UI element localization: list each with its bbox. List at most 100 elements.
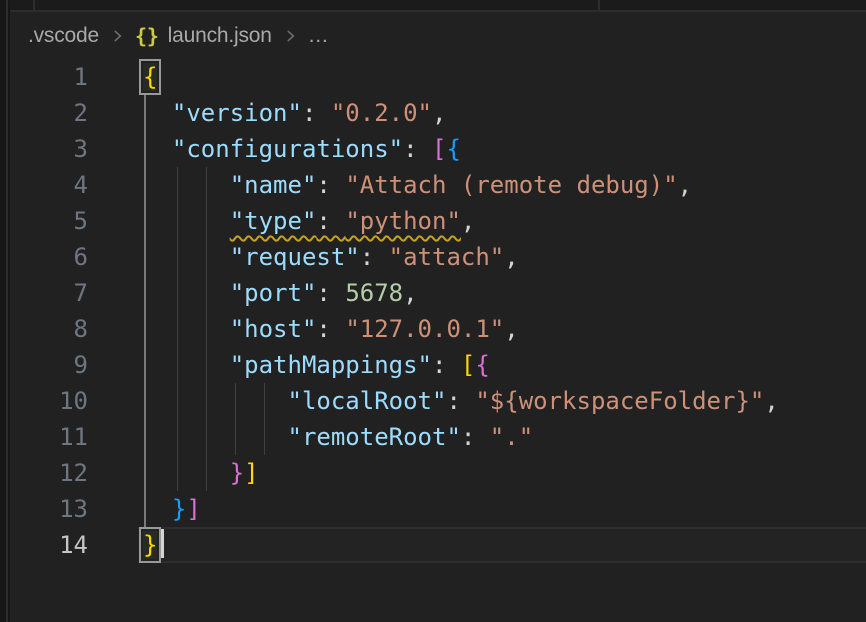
- token-ws: [143, 459, 230, 487]
- line-number[interactable]: 2: [10, 95, 88, 131]
- tab-divider: [33, 0, 35, 10]
- line-number[interactable]: 8: [10, 311, 88, 347]
- code-line-11[interactable]: 11 "remoteRoot": ".": [10, 419, 866, 455]
- token-ws: [143, 243, 230, 271]
- token-ws: [143, 99, 172, 127]
- breadcrumbs: .vscode {} launch.json …: [10, 12, 866, 59]
- json-braces-icon: {}: [135, 24, 159, 48]
- code-text: {: [143, 63, 157, 91]
- tab-bar-bottom: [10, 0, 866, 12]
- token-b1: ]: [244, 459, 258, 487]
- code-line-5[interactable]: 5 "type": "python",: [10, 203, 866, 239]
- token-str: "${workspaceFolder}": [475, 387, 764, 415]
- code-text: "host": "127.0.0.1",: [143, 315, 519, 343]
- line-number[interactable]: 9: [10, 347, 88, 383]
- token-b3: }: [172, 495, 186, 523]
- token-pun: :: [446, 387, 475, 415]
- line-number[interactable]: 7: [10, 275, 88, 311]
- token-pun: :: [316, 315, 345, 343]
- breadcrumb-file[interactable]: launch.json: [168, 24, 272, 48]
- code-text: "pathMappings": [{: [143, 351, 490, 379]
- token-pun: ,: [764, 387, 778, 415]
- code-line-7[interactable]: 7 "port": 5678,: [10, 275, 866, 311]
- code-content[interactable]: }]: [88, 455, 866, 491]
- line-number[interactable]: 12: [10, 455, 88, 491]
- code-line-10[interactable]: 10 "localRoot": "${workspaceFolder}",: [10, 383, 866, 419]
- token-key: "configurations": [172, 135, 403, 163]
- code-line-3[interactable]: 3 "configurations": [{: [10, 131, 866, 167]
- token-ws: [143, 135, 172, 163]
- token-str: "0.2.0": [331, 99, 432, 127]
- token-pun: ,: [678, 171, 692, 199]
- token-ws: [143, 171, 230, 199]
- token-key: "host": [230, 315, 317, 343]
- code-line-1[interactable]: 1{: [10, 59, 866, 95]
- chevron-right-icon: [281, 27, 299, 45]
- sidebar-edge: [0, 0, 8, 622]
- code-line-12[interactable]: 12 }]: [10, 455, 866, 491]
- code-line-14[interactable]: 14}: [10, 527, 866, 563]
- code-line-6[interactable]: 6 "request": "attach",: [10, 239, 866, 275]
- token-pun: :: [316, 279, 345, 307]
- code-line-4[interactable]: 4 "name": "Attach (remote debug)",: [10, 167, 866, 203]
- token-pun: :: [302, 99, 331, 127]
- code-content[interactable]: "type": "python",: [88, 203, 866, 239]
- token-pun: :: [461, 423, 490, 451]
- text-cursor: [161, 529, 164, 558]
- token-b2: ]: [186, 495, 200, 523]
- code-content[interactable]: "version": "0.2.0",: [88, 95, 866, 131]
- code-content[interactable]: "localRoot": "${workspaceFolder}",: [88, 383, 866, 419]
- code-content[interactable]: }: [88, 527, 866, 563]
- code-line-2[interactable]: 2 "version": "0.2.0",: [10, 95, 866, 131]
- code-content[interactable]: "pathMappings": [{: [88, 347, 866, 383]
- code-content[interactable]: "name": "Attach (remote debug)",: [88, 167, 866, 203]
- token-pun: :: [403, 135, 432, 163]
- token-b2: [: [432, 135, 446, 163]
- line-number[interactable]: 6: [10, 239, 88, 275]
- code-text: "configurations": [{: [143, 135, 461, 163]
- code-text: "name": "Attach (remote debug)",: [143, 171, 692, 199]
- code-text: "request": "attach",: [143, 243, 519, 271]
- line-number[interactable]: 4: [10, 167, 88, 203]
- token-b2: }: [230, 459, 244, 487]
- code-text: }: [143, 531, 164, 559]
- token-str: "attach": [389, 243, 505, 271]
- line-number[interactable]: 5: [10, 203, 88, 239]
- token-b2: {: [475, 351, 489, 379]
- code-text: "localRoot": "${workspaceFolder}",: [143, 387, 779, 415]
- token-pun: :: [360, 243, 389, 271]
- token-b1: [: [461, 351, 475, 379]
- token-num: 5678: [345, 279, 403, 307]
- code-area[interactable]: 1{2 "version": "0.2.0",3 "configurations…: [10, 59, 866, 563]
- code-text: }]: [143, 495, 201, 523]
- code-line-9[interactable]: 9 "pathMappings": [{: [10, 347, 866, 383]
- line-number[interactable]: 13: [10, 491, 88, 527]
- code-content[interactable]: "host": "127.0.0.1",: [88, 311, 866, 347]
- code-content[interactable]: }]: [88, 491, 866, 527]
- code-text: }]: [143, 459, 259, 487]
- code-content[interactable]: "request": "attach",: [88, 239, 866, 275]
- token-pun: :: [316, 207, 345, 235]
- line-number[interactable]: 14: [10, 527, 88, 563]
- token-str: "Attach (remote debug)": [345, 171, 677, 199]
- token-ws: [143, 315, 230, 343]
- code-content[interactable]: {: [88, 59, 866, 95]
- token-key: "localRoot": [288, 387, 447, 415]
- code-line-8[interactable]: 8 "host": "127.0.0.1",: [10, 311, 866, 347]
- token-ws: [143, 495, 172, 523]
- line-number[interactable]: 1: [10, 59, 88, 95]
- matched-bracket: {: [143, 63, 157, 91]
- code-content[interactable]: "remoteRoot": ".": [88, 419, 866, 455]
- token-pun: ,: [461, 207, 475, 235]
- line-number[interactable]: 11: [10, 419, 88, 455]
- breadcrumb-folder[interactable]: .vscode: [28, 24, 99, 48]
- line-number[interactable]: 3: [10, 131, 88, 167]
- code-text: "remoteRoot": ".": [143, 423, 533, 451]
- line-number[interactable]: 10: [10, 383, 88, 419]
- code-line-13[interactable]: 13 }]: [10, 491, 866, 527]
- breadcrumb-overflow[interactable]: …: [308, 24, 329, 48]
- code-content[interactable]: "port": 5678,: [88, 275, 866, 311]
- editor: .vscode {} launch.json … 1{2 "version": …: [10, 12, 866, 622]
- code-content[interactable]: "configurations": [{: [88, 131, 866, 167]
- token-key: "pathMappings": [230, 351, 432, 379]
